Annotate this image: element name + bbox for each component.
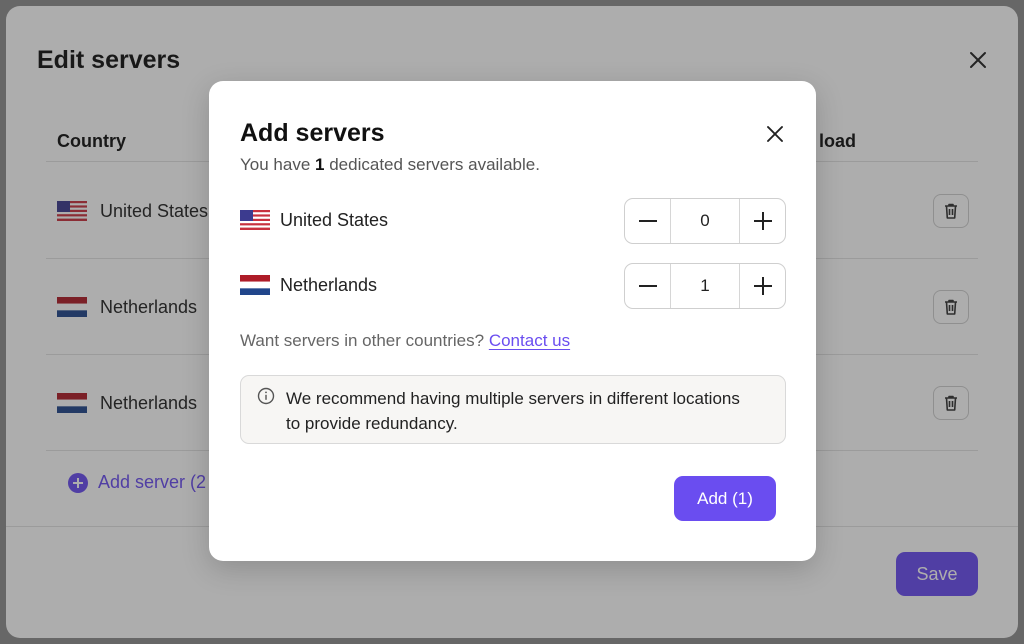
minus-icon: [638, 285, 657, 287]
add-button[interactable]: Add (1): [674, 476, 776, 521]
subtitle-prefix: You have: [240, 155, 311, 174]
info-text: We recommend having multiple servers in …: [286, 389, 740, 433]
info-callout: We recommend having multiple servers in …: [240, 375, 786, 444]
country-name: Netherlands: [280, 275, 378, 295]
close-icon[interactable]: [764, 123, 786, 145]
info-icon: [257, 387, 275, 405]
quantity-value[interactable]: 0: [670, 199, 740, 243]
subtitle-suffix: dedicated servers available.: [329, 155, 540, 174]
quantity-stepper: 1: [624, 263, 786, 309]
decrement-button[interactable]: [625, 264, 670, 308]
available-count: 1: [315, 155, 325, 174]
minus-icon: [638, 220, 657, 222]
contact-us-link[interactable]: Contact us: [489, 331, 570, 350]
quantity-value[interactable]: 1: [670, 264, 740, 308]
us-flag-icon: [240, 210, 270, 230]
server-row-netherlands: Netherlands 1: [240, 263, 786, 309]
server-row-united-states: United States 0: [240, 198, 786, 244]
increment-button[interactable]: [740, 199, 785, 243]
dialog-title: Add servers: [240, 119, 385, 147]
quantity-stepper: 0: [624, 198, 786, 244]
contact-prompt-text: Want servers in other countries?: [240, 331, 485, 350]
dialog-subtitle: You have 1 dedicated servers available.: [240, 155, 540, 175]
decrement-button[interactable]: [625, 199, 670, 243]
increment-button[interactable]: [740, 264, 785, 308]
nl-flag-icon: [240, 275, 270, 295]
plus-icon: [754, 277, 772, 295]
contact-prompt: Want servers in other countries? Contact…: [240, 331, 570, 351]
plus-icon: [754, 212, 772, 230]
add-servers-dialog: Add servers You have 1 dedicated servers…: [209, 81, 816, 561]
country-name: United States: [280, 210, 389, 230]
